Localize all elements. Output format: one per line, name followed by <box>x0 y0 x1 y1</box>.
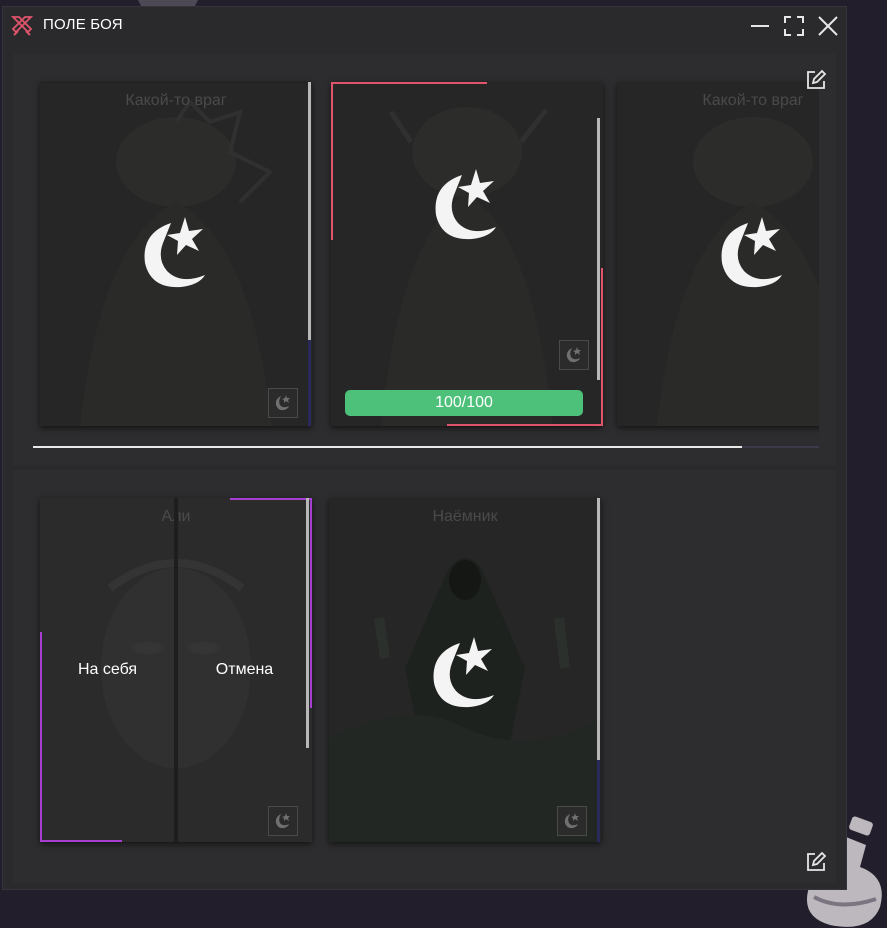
maximize-icon <box>784 16 804 36</box>
hp-gauge-empty <box>597 760 600 842</box>
ally-border <box>40 840 122 842</box>
selection-border <box>447 424 603 426</box>
ally-card[interactable]: Али На себя Отмена <box>40 498 312 842</box>
selection-border <box>331 82 333 240</box>
logo-crescent-star-icon <box>433 637 494 708</box>
ally-border <box>230 498 312 500</box>
enemy-card-selected[interactable]: 100/100 <box>331 82 603 426</box>
enemy-panel: Какой-то враг 100/100 Какой-то враг <box>13 54 836 465</box>
maximize-button[interactable] <box>783 15 805 37</box>
logo-crescent-star-icon <box>721 217 782 288</box>
hero-badge-icon <box>559 340 589 370</box>
horizontal-scrollbar[interactable] <box>33 446 819 448</box>
crossed-swords-icon <box>10 15 34 37</box>
logo-crescent-star-icon <box>435 169 496 240</box>
ally-border <box>40 632 42 842</box>
ally-name: Наёмник <box>432 508 498 525</box>
minimize-button[interactable] <box>749 15 771 37</box>
battlefield-window: ПОЛЕ БОЯ Какой-то враг 100/100 Какой-то … <box>2 6 847 890</box>
titlebar[interactable]: ПОЛЕ БОЯ <box>3 7 846 43</box>
enemy-card[interactable]: Какой-то враг <box>40 82 312 426</box>
close-button[interactable] <box>817 15 839 37</box>
edit-button[interactable] <box>804 850 828 874</box>
hero-badge-icon <box>557 806 587 836</box>
ally-panel: Али На себя Отмена Наёмник <box>13 470 836 883</box>
health-bar: 100/100 <box>345 390 583 416</box>
scrollbar-thumb[interactable] <box>33 446 743 448</box>
enemy-cards-scroll-area[interactable]: Какой-то враг 100/100 Какой-то враг <box>13 54 819 465</box>
selection-border <box>601 268 603 426</box>
ally-card[interactable]: Наёмник <box>329 498 601 842</box>
enemy-portrait <box>331 82 603 426</box>
hp-gauge <box>597 118 600 380</box>
logo-crescent-star-icon <box>144 217 205 288</box>
hp-gauge-empty <box>308 340 311 426</box>
edit-icon <box>807 69 827 89</box>
edit-button[interactable] <box>804 68 828 92</box>
hp-gauge <box>308 82 311 340</box>
enemy-card[interactable]: Какой-то враг <box>617 82 819 426</box>
selection-border <box>331 82 487 84</box>
ally-border <box>310 498 312 708</box>
minimize-icon <box>751 25 769 27</box>
hero-badge-icon <box>268 806 298 836</box>
hp-gauge <box>597 498 600 760</box>
enemy-name: Какой-то враг <box>702 92 804 109</box>
edit-icon <box>807 851 827 871</box>
close-icon <box>818 16 838 36</box>
hp-gauge <box>306 498 309 748</box>
hero-badge-icon <box>268 388 298 418</box>
window-title: ПОЛЕ БОЯ <box>43 16 123 33</box>
enemy-name: Какой-то враг <box>125 92 227 109</box>
cancel-button[interactable]: Отмена <box>177 498 312 842</box>
target-self-button[interactable]: На себя <box>40 498 175 842</box>
